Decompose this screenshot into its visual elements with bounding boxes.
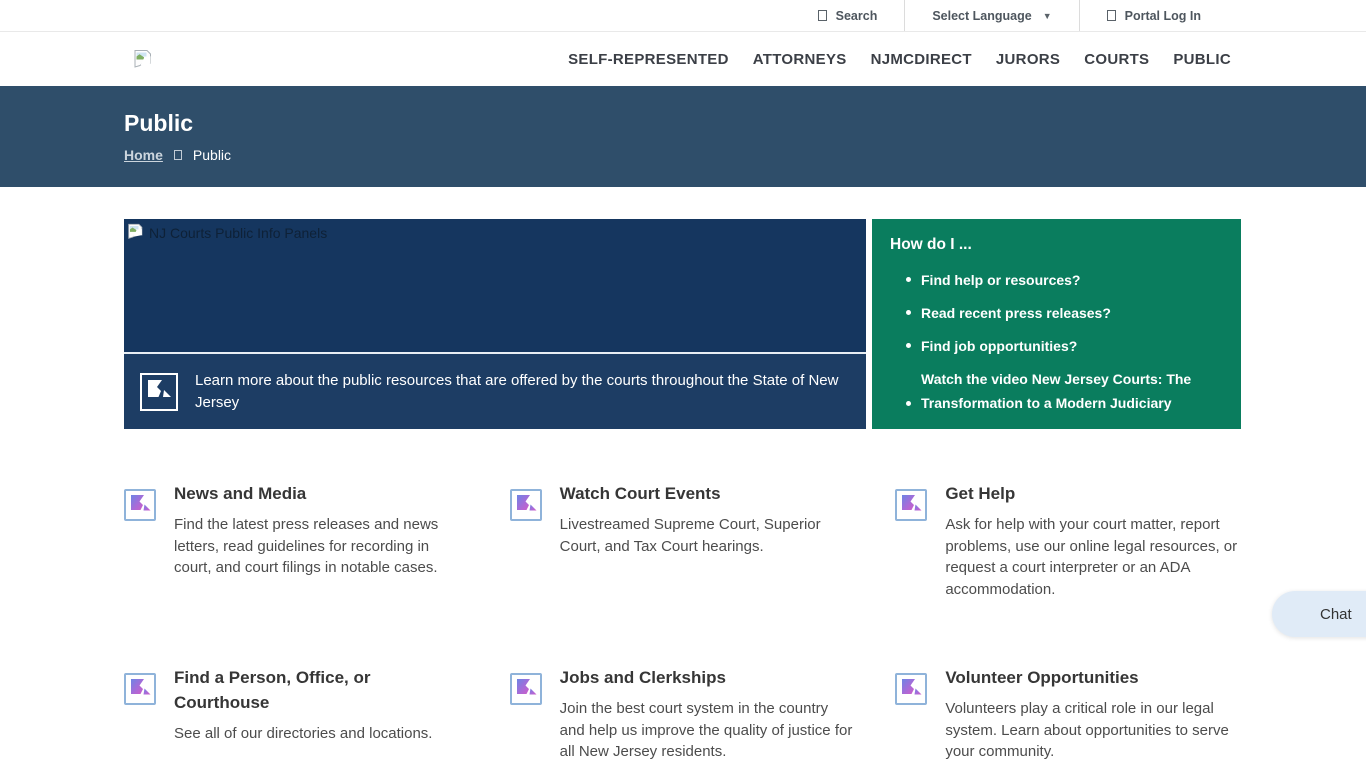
chat-button[interactable]: Chat: [1272, 591, 1366, 637]
list-item: Find help or resources?: [906, 268, 1223, 292]
broken-image-icon: [510, 673, 542, 705]
person-icon: [1107, 10, 1116, 21]
how-do-i-link-press[interactable]: Read recent press releases?: [921, 301, 1111, 325]
nav-item-attorneys[interactable]: ATTORNEYS: [753, 51, 847, 68]
nav-item-public[interactable]: PUBLIC: [1173, 51, 1231, 68]
hero-section: NJ Courts Public Info Panels Learn more …: [124, 219, 1241, 429]
main-content: NJ Courts Public Info Panels Learn more …: [124, 219, 1241, 768]
search-icon: [818, 10, 827, 21]
card-watch-court-events[interactable]: Watch Court Events Livestreamed Supreme …: [510, 475, 856, 659]
card-body: Find the latest press releases and news …: [174, 514, 467, 579]
card-body: Volunteers play a critical role in our l…: [945, 698, 1238, 763]
utility-bar: Search Select Language ▼ Portal Log In: [0, 0, 1366, 32]
how-do-i-link-help[interactable]: Find help or resources?: [921, 268, 1080, 292]
broken-image-icon: [124, 489, 156, 521]
hero-caption-text: Learn more about the public resources th…: [195, 370, 843, 414]
breadcrumb-separator-icon: [174, 150, 182, 160]
broken-image-icon: [895, 673, 927, 705]
search-label: Search: [836, 9, 878, 23]
nav-item-courts[interactable]: COURTS: [1084, 51, 1149, 68]
page-title: Public: [124, 86, 1366, 137]
how-do-i-title: How do I ...: [890, 236, 1223, 254]
language-select[interactable]: Select Language ▼: [905, 0, 1078, 31]
hero-image-alt-text: NJ Courts Public Info Panels: [149, 225, 327, 241]
bullet-icon: [906, 310, 911, 315]
list-item: Find job opportunities?: [906, 334, 1223, 358]
page-header-band: Public Home Public: [0, 86, 1366, 187]
card-title: Volunteer Opportunities: [945, 665, 1205, 690]
card-text: Find a Person, Office, or Courthouse See…: [174, 659, 467, 768]
card-jobs-and-clerkships[interactable]: Jobs and Clerkships Join the best court …: [510, 659, 856, 768]
chat-label: Chat: [1320, 606, 1352, 623]
breadcrumb-home-link[interactable]: Home: [124, 147, 163, 163]
main-navbar: SELF-REPRESENTED ATTORNEYS NJMCDIRECT JU…: [0, 32, 1366, 86]
breadcrumb: Home Public: [124, 147, 1366, 163]
broken-image-icon: [510, 489, 542, 521]
bullet-icon: [906, 277, 911, 282]
nav-item-njmcdirect[interactable]: NJMCDIRECT: [871, 51, 972, 68]
hero-broken-image: NJ Courts Public Info Panels: [124, 219, 866, 352]
card-volunteer-opportunities[interactable]: Volunteer Opportunities Volunteers play …: [895, 659, 1241, 768]
card-body: See all of our directories and locations…: [174, 723, 467, 745]
card-text: Volunteer Opportunities Volunteers play …: [945, 659, 1238, 768]
how-do-i-link-video[interactable]: Watch the video New Jersey Courts: The T…: [921, 367, 1223, 415]
topic-card-grid: News and Media Find the latest press rel…: [124, 475, 1241, 768]
card-text: Watch Court Events Livestreamed Supreme …: [560, 475, 853, 659]
how-do-i-panel: How do I ... Find help or resources? Rea…: [872, 219, 1241, 429]
bullet-icon: [906, 343, 911, 348]
broken-image-icon: [140, 373, 178, 411]
search-button[interactable]: Search: [791, 0, 905, 31]
card-title: Find a Person, Office, or Courthouse: [174, 665, 434, 715]
card-title: News and Media: [174, 481, 434, 506]
list-item: Watch the video New Jersey Courts: The T…: [906, 367, 1223, 415]
card-text: News and Media Find the latest press rel…: [174, 475, 467, 659]
card-news-and-media[interactable]: News and Media Find the latest press rel…: [124, 475, 470, 659]
nav-item-self-represented[interactable]: SELF-REPRESENTED: [568, 51, 729, 68]
nav-item-jurors[interactable]: JURORS: [996, 51, 1060, 68]
language-label: Select Language: [932, 9, 1031, 23]
portal-login-label: Portal Log In: [1125, 9, 1201, 23]
card-body: Join the best court system in the countr…: [560, 698, 853, 763]
portal-login-button[interactable]: Portal Log In: [1080, 0, 1228, 31]
card-body: Ask for help with your court matter, rep…: [945, 514, 1238, 600]
card-text: Get Help Ask for help with your court ma…: [945, 475, 1238, 659]
card-title: Watch Court Events: [560, 481, 820, 506]
hero-caption: Learn more about the public resources th…: [124, 352, 866, 429]
card-find-person-office-courthouse[interactable]: Find a Person, Office, or Courthouse See…: [124, 659, 470, 768]
card-text: Jobs and Clerkships Join the best court …: [560, 659, 853, 768]
card-get-help[interactable]: Get Help Ask for help with your court ma…: [895, 475, 1241, 659]
breadcrumb-current: Public: [193, 147, 231, 163]
card-body: Livestreamed Supreme Court, Superior Cou…: [560, 514, 853, 557]
list-item: Read recent press releases?: [906, 301, 1223, 325]
chevron-down-icon: ▼: [1043, 11, 1052, 21]
how-do-i-list: Find help or resources? Read recent pres…: [890, 268, 1223, 415]
main-menu: SELF-REPRESENTED ATTORNEYS NJMCDIRECT JU…: [568, 51, 1231, 68]
how-do-i-link-jobs[interactable]: Find job opportunities?: [921, 334, 1077, 358]
broken-image-icon: [895, 489, 927, 521]
broken-image-icon: [127, 223, 144, 240]
broken-image-icon: [133, 49, 153, 69]
bullet-icon: [906, 401, 911, 406]
hero-figure: NJ Courts Public Info Panels Learn more …: [124, 219, 866, 429]
site-logo[interactable]: [133, 49, 153, 69]
card-title: Jobs and Clerkships: [560, 665, 820, 690]
broken-image-icon: [124, 673, 156, 705]
card-title: Get Help: [945, 481, 1205, 506]
